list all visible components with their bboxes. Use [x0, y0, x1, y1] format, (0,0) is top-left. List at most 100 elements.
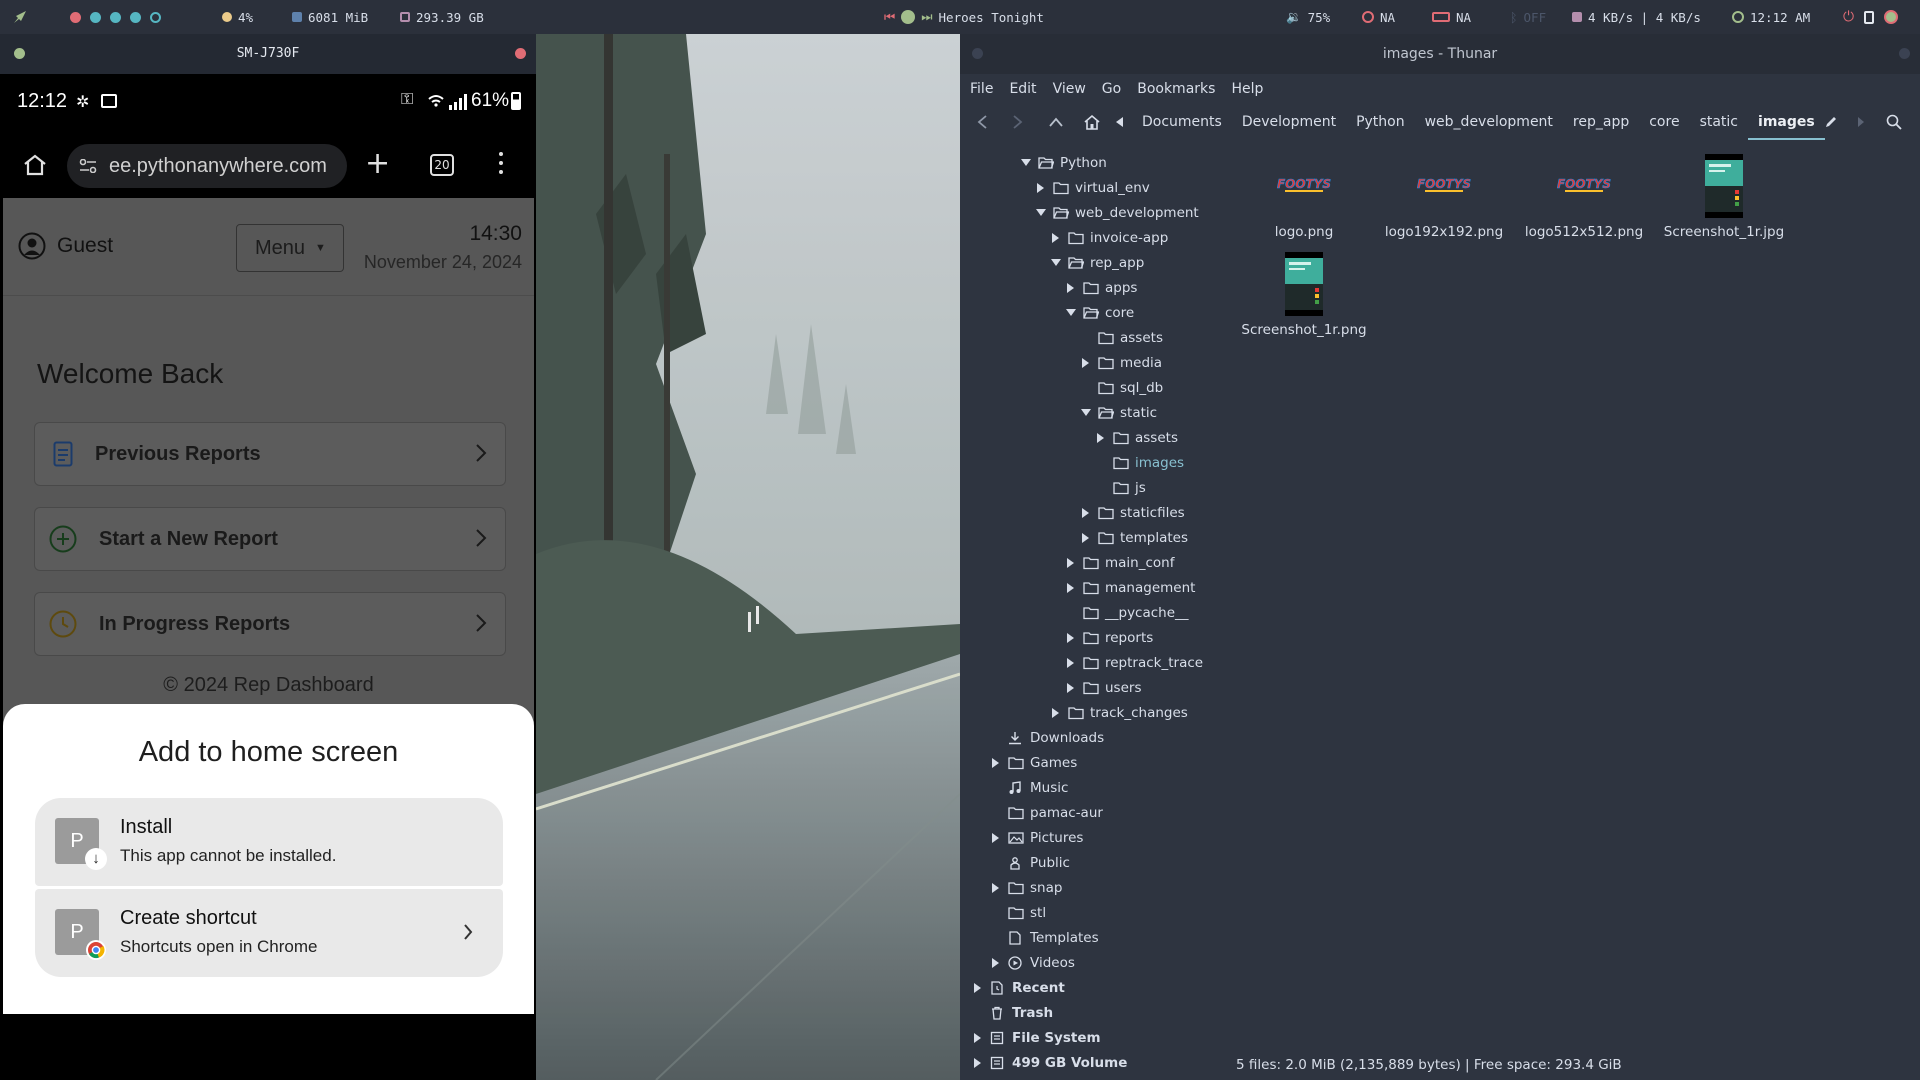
- tray-app-icon[interactable]: [1884, 10, 1899, 24]
- launcher-icon[interactable]: [12, 0, 28, 34]
- volume-widget[interactable]: 🔉 75%: [1286, 0, 1330, 34]
- expander-open-icon[interactable]: [1080, 407, 1092, 419]
- breadcrumb-images[interactable]: images: [1748, 104, 1825, 140]
- tree-item-assets[interactable]: assets: [1080, 325, 1163, 350]
- expander-closed-icon[interactable]: [1065, 682, 1077, 694]
- expander-closed-icon[interactable]: [972, 1032, 984, 1044]
- install-option[interactable]: P ↓ Install This app cannot be installed…: [35, 798, 503, 886]
- menu-help[interactable]: Help: [1231, 81, 1263, 97]
- tree-item-track-changes[interactable]: track_changes: [1050, 700, 1188, 725]
- expander-open-icon[interactable]: [1020, 157, 1032, 169]
- expander-closed-icon[interactable]: [1080, 507, 1092, 519]
- play-icon[interactable]: [901, 10, 916, 24]
- window-close-icon[interactable]: [1899, 48, 1910, 59]
- expander-closed-icon[interactable]: [1050, 232, 1062, 244]
- file-item[interactable]: FOOTYS logo.png: [1234, 154, 1374, 240]
- more-menu-icon[interactable]: [499, 152, 503, 156]
- up-icon[interactable]: [1048, 116, 1064, 128]
- tab-switcher-button[interactable]: 20: [430, 154, 454, 176]
- search-icon[interactable]: [1886, 114, 1902, 130]
- tree-item-sql-db[interactable]: sql_db: [1080, 375, 1163, 400]
- expander-closed-icon[interactable]: [1065, 632, 1077, 644]
- power-icon[interactable]: ⏻: [1843, 9, 1854, 25]
- start-new-report-card[interactable]: Start a New Report: [34, 507, 506, 571]
- expander-closed-icon[interactable]: [1095, 432, 1107, 444]
- place-pictures[interactable]: Pictures: [990, 825, 1083, 850]
- expander-open-icon[interactable]: [1035, 207, 1047, 219]
- tree-item-users[interactable]: users: [1065, 675, 1141, 700]
- new-tab-icon[interactable]: +: [365, 146, 390, 181]
- expander-closed-icon[interactable]: [1065, 282, 1077, 294]
- scroll-right-icon[interactable]: [1858, 117, 1864, 127]
- place-downloads[interactable]: Downloads: [990, 725, 1104, 750]
- place-music[interactable]: Music: [990, 775, 1068, 800]
- breadcrumb-static[interactable]: static: [1690, 104, 1748, 140]
- media-player-widget[interactable]: ⏮ ⏭ Heroes Tonight: [884, 0, 1044, 34]
- workspace-dot[interactable]: [110, 11, 121, 23]
- expander-closed-icon[interactable]: [1080, 357, 1092, 369]
- tree-item-reports[interactable]: reports: [1065, 625, 1153, 650]
- window-menu-icon[interactable]: [972, 48, 983, 59]
- expander-open-icon[interactable]: [1050, 257, 1062, 269]
- breadcrumb-documents[interactable]: Documents: [1132, 104, 1232, 140]
- breadcrumb-rep-app[interactable]: rep_app: [1563, 104, 1639, 140]
- system-tray[interactable]: ⏻: [1843, 0, 1899, 34]
- device-499-gb-volume[interactable]: 499 GB Volume: [972, 1050, 1127, 1075]
- workspace-indicators[interactable]: [70, 0, 161, 34]
- network-widget[interactable]: NA: [1362, 0, 1395, 34]
- device-recent[interactable]: Recent: [972, 975, 1065, 1000]
- expander-closed-icon[interactable]: [990, 882, 1002, 894]
- home-icon[interactable]: [23, 154, 47, 176]
- place-public[interactable]: Public: [990, 850, 1070, 875]
- expander-closed-icon[interactable]: [1035, 182, 1047, 194]
- previous-reports-card[interactable]: Previous Reports: [34, 422, 506, 486]
- breadcrumb-core[interactable]: core: [1639, 104, 1689, 140]
- tree-item-core[interactable]: core: [1065, 300, 1134, 325]
- create-shortcut-option[interactable]: P Create shortcut Shortcuts open in Chro…: [35, 889, 503, 977]
- tree-item-static[interactable]: static: [1080, 400, 1157, 425]
- tree-item-images[interactable]: images: [1095, 450, 1184, 475]
- window-maximize-icon[interactable]: [14, 48, 25, 59]
- forward-icon[interactable]: [1012, 114, 1024, 130]
- expander-closed-icon[interactable]: [972, 982, 984, 994]
- ethernet-widget[interactable]: NA: [1432, 0, 1471, 34]
- menu-file[interactable]: File: [970, 81, 993, 97]
- url-text[interactable]: ee.pythonanywhere.com: [109, 155, 327, 178]
- device-trash[interactable]: Trash: [972, 1000, 1053, 1025]
- tree-item-staticfiles[interactable]: staticfiles: [1080, 500, 1185, 525]
- edit-location-icon[interactable]: [1824, 115, 1838, 129]
- file-item[interactable]: Screenshot_1r.png: [1234, 252, 1374, 338]
- expander-closed-icon[interactable]: [1065, 657, 1077, 669]
- workspace-dot[interactable]: [90, 11, 101, 23]
- expander-closed-icon[interactable]: [990, 757, 1002, 769]
- place-templates[interactable]: Templates: [990, 925, 1099, 950]
- back-icon[interactable]: [976, 114, 988, 130]
- window-close-icon[interactable]: [515, 48, 526, 59]
- previous-track-icon[interactable]: ⏮: [884, 9, 895, 25]
- file-item[interactable]: FOOTYS logo512x512.png: [1514, 154, 1654, 240]
- tree-item-templates[interactable]: templates: [1080, 525, 1188, 550]
- expander-closed-icon[interactable]: [990, 832, 1002, 844]
- home-icon[interactable]: [1084, 114, 1100, 130]
- clipboard-icon[interactable]: [1864, 10, 1875, 24]
- file-item[interactable]: FOOTYS logo192x192.png: [1374, 154, 1514, 240]
- tree-item-web-development[interactable]: web_development: [1035, 200, 1199, 225]
- expander-closed-icon[interactable]: [990, 957, 1002, 969]
- tree-item-apps[interactable]: apps: [1065, 275, 1137, 300]
- menu-dropdown[interactable]: Menu ▼: [236, 224, 344, 272]
- expander-closed-icon[interactable]: [1080, 532, 1092, 544]
- tree-item-reptrack-trace[interactable]: reptrack_trace: [1065, 650, 1203, 675]
- tree-item-media[interactable]: media: [1080, 350, 1162, 375]
- site-settings-icon[interactable]: [79, 159, 97, 173]
- bluetooth-widget[interactable]: ᛒ OFF: [1510, 0, 1546, 34]
- workspace-dot[interactable]: [130, 11, 141, 23]
- menu-view[interactable]: View: [1053, 81, 1086, 97]
- workspace-dot[interactable]: [70, 11, 81, 23]
- breadcrumb-python[interactable]: Python: [1346, 104, 1415, 140]
- in-progress-reports-card[interactable]: In Progress Reports: [34, 592, 506, 656]
- expander-closed-icon[interactable]: [1065, 557, 1077, 569]
- breadcrumb-web-development[interactable]: web_development: [1415, 104, 1563, 140]
- expander-closed-icon[interactable]: [972, 1057, 984, 1069]
- menu-bookmarks[interactable]: Bookmarks: [1137, 81, 1215, 97]
- next-track-icon[interactable]: ⏭: [921, 9, 932, 25]
